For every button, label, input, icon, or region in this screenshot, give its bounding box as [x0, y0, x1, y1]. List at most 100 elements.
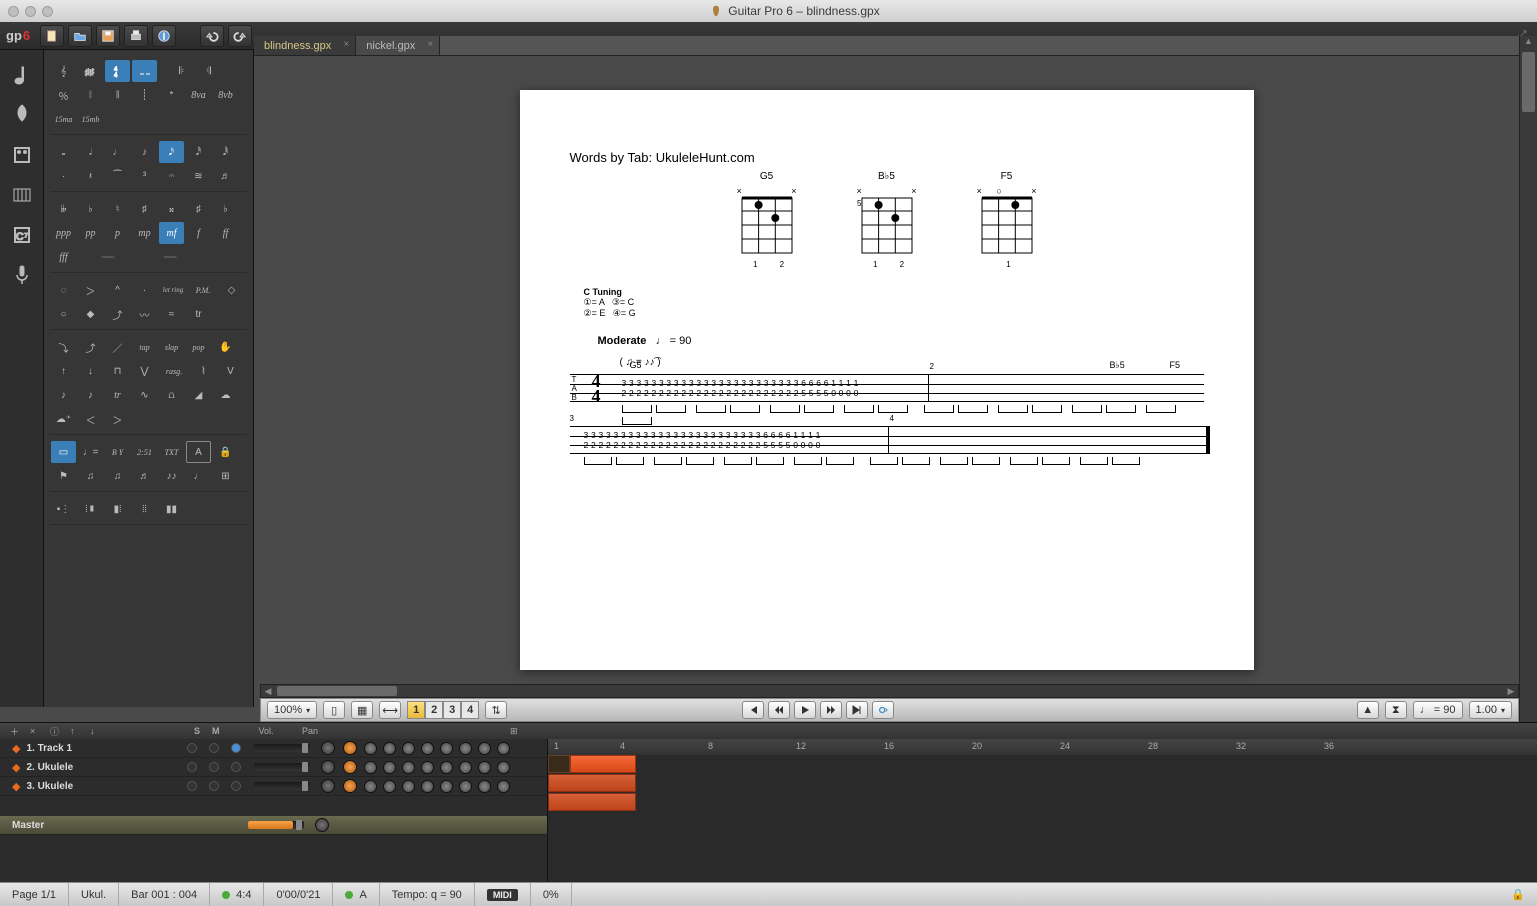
- dyn-pp[interactable]: pp: [78, 222, 103, 244]
- whole-note-icon[interactable]: 𝅝: [51, 141, 76, 163]
- redo-button[interactable]: [228, 25, 252, 47]
- time-label[interactable]: 2:51: [132, 441, 157, 463]
- grace-icon[interactable]: ♬: [213, 165, 238, 187]
- clip[interactable]: [570, 755, 636, 773]
- info-button[interactable]: i: [152, 25, 176, 47]
- v-icon[interactable]: V: [218, 360, 243, 382]
- break-beam-icon[interactable]: ♪♪: [159, 465, 184, 487]
- beam-icon[interactable]: ♫: [105, 465, 130, 487]
- octave-15mb[interactable]: 15mb: [78, 108, 103, 130]
- repeat-open-icon[interactable]: 𝄆: [169, 60, 194, 82]
- volume-slider[interactable]: [254, 782, 310, 790]
- page-4[interactable]: 4: [461, 701, 479, 719]
- remove-track-icon[interactable]: ×: [30, 726, 50, 736]
- dyn-ppp[interactable]: ppp: [51, 222, 76, 244]
- bend-icon[interactable]: ⤴: [105, 303, 130, 325]
- triplet-feel-icon[interactable]: [132, 60, 157, 82]
- master-volume-slider[interactable]: [248, 821, 304, 829]
- trill-label-icon[interactable]: tr: [186, 303, 211, 325]
- clip-dark[interactable]: [548, 755, 570, 773]
- barchart-2-icon[interactable]: ⦙▮: [78, 498, 103, 520]
- track-down-icon[interactable]: ↓: [90, 726, 110, 736]
- eq-knob[interactable]: [478, 742, 491, 755]
- eq-knob[interactable]: [383, 742, 396, 755]
- clip[interactable]: [548, 793, 636, 811]
- barchart-3-icon[interactable]: ▮⦙: [105, 498, 130, 520]
- page-sync-icon[interactable]: ⇅: [485, 701, 507, 719]
- eq-preset-knob[interactable]: [343, 760, 357, 774]
- track-up-icon[interactable]: ↑: [70, 726, 90, 736]
- countdown-icon[interactable]: ⧗: [1385, 701, 1407, 719]
- tuplet-icon[interactable]: ³: [132, 165, 157, 187]
- mute-toggle[interactable]: [209, 781, 219, 791]
- flat-icon[interactable]: ♭: [78, 198, 103, 220]
- metronome-icon[interactable]: ▲: [1357, 701, 1379, 719]
- eq-knob[interactable]: [440, 761, 453, 774]
- vibrato-icon[interactable]: 〰: [132, 303, 157, 325]
- auto-beam-icon[interactable]: ♫: [78, 465, 103, 487]
- hand-icon[interactable]: ✋: [213, 336, 238, 358]
- print-button[interactable]: [124, 25, 148, 47]
- eighth-note-icon[interactable]: ♪: [132, 141, 157, 163]
- dyn-f[interactable]: f: [186, 222, 211, 244]
- octave-8vb[interactable]: 8vb: [213, 84, 238, 106]
- txt-label[interactable]: TXT: [159, 441, 184, 463]
- page-3[interactable]: 3: [443, 701, 461, 719]
- save-button[interactable]: [96, 25, 120, 47]
- page-1[interactable]: 1: [407, 701, 425, 719]
- let-ring-icon[interactable]: let ring: [159, 279, 187, 301]
- repeat-close-icon[interactable]: 𝄇: [196, 60, 221, 82]
- tab-blindness[interactable]: blindness.gpx ×: [254, 36, 356, 55]
- guitar-mode-icon[interactable]: [7, 100, 37, 130]
- grace-on-icon[interactable]: ♪: [78, 384, 103, 406]
- slide-icon[interactable]: ／: [105, 336, 130, 358]
- eq-preset-knob[interactable]: [343, 741, 357, 755]
- rewind-button[interactable]: [768, 701, 790, 719]
- trill-icon[interactable]: tr: [105, 384, 130, 406]
- pickstroke-up-icon[interactable]: ⊓: [105, 360, 130, 382]
- score-canvas[interactable]: Words by Tab: UkuleleHunt.com G5 ×× 1 2: [254, 56, 1519, 684]
- fermata-icon[interactable]: 𝄐: [159, 165, 184, 187]
- amp-mode-icon[interactable]: [7, 140, 37, 170]
- eq-knob[interactable]: [364, 742, 377, 755]
- layout-single-icon[interactable]: ▯: [323, 701, 345, 719]
- tie-icon[interactable]: ⁀: [105, 165, 130, 187]
- zoom-select[interactable]: 100%▾: [267, 701, 317, 719]
- barchart-1-icon[interactable]: ▪⋮: [51, 498, 76, 520]
- grace-before-icon[interactable]: ♪: [51, 384, 76, 406]
- visible-toggle[interactable]: [231, 781, 241, 791]
- artificial-harmonic-icon[interactable]: ◆: [78, 303, 103, 325]
- first-button[interactable]: [742, 701, 764, 719]
- dotted-bar-icon[interactable]: ┊: [132, 84, 157, 106]
- tempo-display[interactable]: ♩ = 90: [1413, 701, 1463, 719]
- track-row-2[interactable]: ◆ 2. Ukulele: [0, 758, 547, 777]
- force-beam-icon[interactable]: ♬: [132, 465, 157, 487]
- collapse-icon[interactable]: ⟷: [379, 701, 401, 719]
- note-mode-icon[interactable]: [7, 60, 37, 90]
- tab-stave-1[interactable]: G5 B♭5 F5 2 TAB 44 3 3 3 3 3 3 3 3 3 3 3…: [570, 374, 1204, 402]
- timeline[interactable]: 1 4 8 12 16 20 24 28 32 36: [548, 739, 1537, 882]
- crescendo-icon[interactable]: [78, 246, 138, 268]
- eq-knob[interactable]: [459, 761, 472, 774]
- natural-harmonic-icon[interactable]: ○: [51, 303, 76, 325]
- tremolo-icon[interactable]: ≋: [186, 165, 211, 187]
- mute-toggle[interactable]: [209, 762, 219, 772]
- eq-knob[interactable]: [364, 780, 377, 793]
- dyn-mf[interactable]: mf: [159, 222, 184, 244]
- layout-multi-icon[interactable]: ▦: [351, 701, 373, 719]
- eq-knob[interactable]: [459, 742, 472, 755]
- track-row-3[interactable]: ◆ 3. Ukulele: [0, 777, 547, 796]
- mute-toggle[interactable]: [209, 743, 219, 753]
- eq-knob[interactable]: [364, 761, 377, 774]
- track-info-icon[interactable]: ⓘ: [50, 725, 70, 738]
- add-track-icon[interactable]: ＋: [10, 725, 30, 738]
- eq-knob[interactable]: [402, 742, 415, 755]
- arpeggio-icon[interactable]: ⌇: [191, 360, 216, 382]
- fade-icon[interactable]: ◢: [186, 384, 211, 406]
- tap-icon[interactable]: tap: [132, 336, 157, 358]
- scroll-right-icon[interactable]: ▶: [1504, 686, 1518, 697]
- lock-icon[interactable]: 🔒: [213, 441, 238, 463]
- dyn-mp[interactable]: mp: [132, 222, 157, 244]
- scroll-thumb[interactable]: [277, 686, 397, 696]
- pop-icon[interactable]: pop: [186, 336, 211, 358]
